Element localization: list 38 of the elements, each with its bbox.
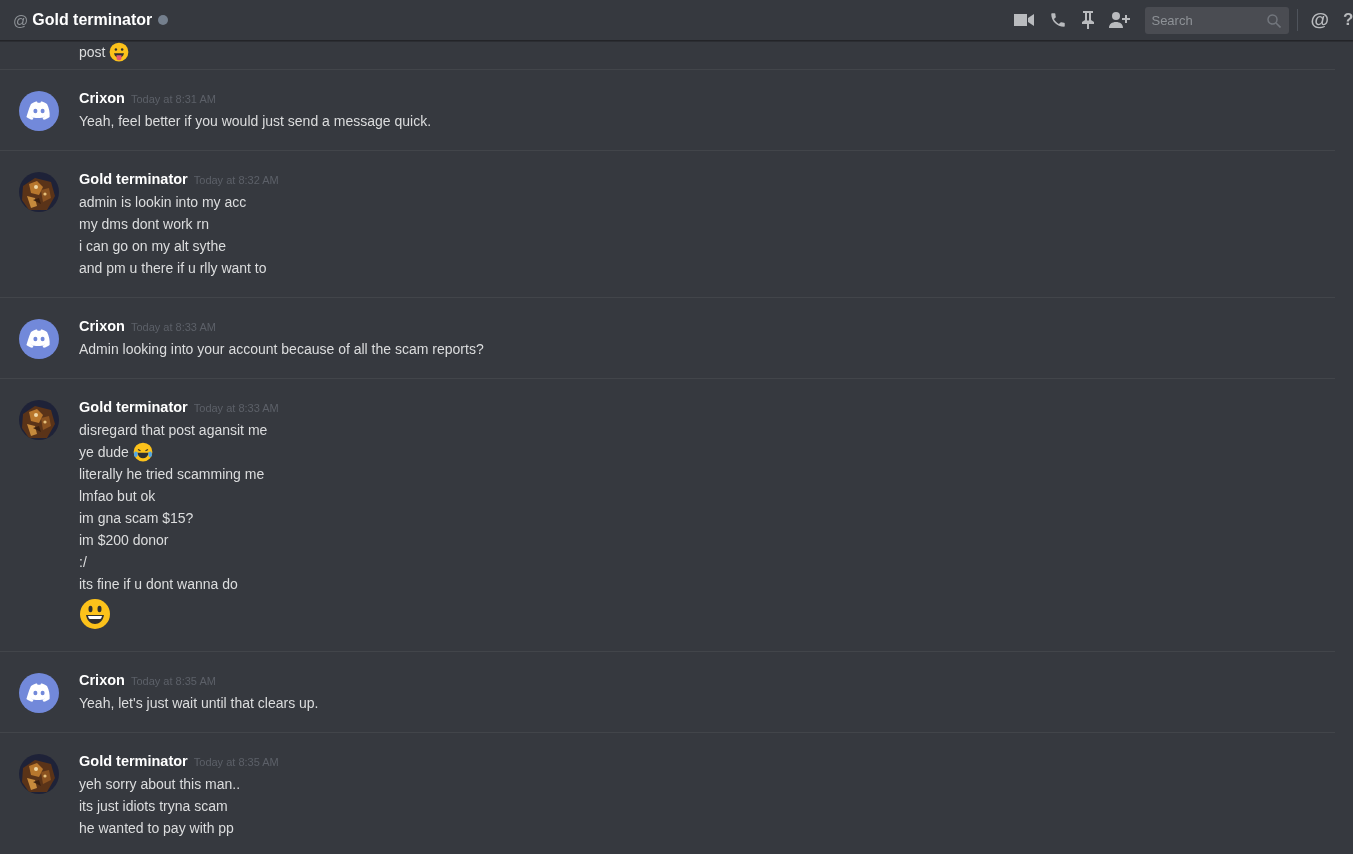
channel-title: Gold terminator bbox=[32, 11, 153, 29]
message-text: my dms dont work rn bbox=[79, 216, 209, 232]
message-text: post bbox=[79, 44, 106, 60]
username[interactable]: Gold terminator bbox=[79, 171, 188, 187]
mentions-button[interactable]: @ bbox=[1310, 9, 1329, 31]
help-button[interactable]: ? bbox=[1343, 10, 1353, 30]
message-text: Yeah, let's just wait until that clears up. bbox=[79, 695, 319, 711]
message-text: admin is lookin into my acc bbox=[79, 194, 247, 210]
discord-avatar-icon[interactable] bbox=[19, 91, 59, 131]
message-text: i can go on my alt sythe bbox=[79, 238, 227, 254]
message-text: Admin looking into your account because of all the scam reports? bbox=[79, 341, 484, 357]
username[interactable]: Gold terminator bbox=[79, 753, 188, 769]
message-text: and pm u there if u rlly want to bbox=[79, 260, 267, 276]
message-text: yeh sorry about this man.. bbox=[79, 776, 241, 792]
username[interactable]: Gold terminator bbox=[79, 399, 188, 415]
message-text: disregard that post agansit me bbox=[79, 422, 268, 438]
message-text: Yeah, feel better if you would just send a message quick. bbox=[79, 113, 432, 129]
message-text: ye dude bbox=[79, 444, 129, 460]
username[interactable]: Crixon bbox=[79, 672, 125, 688]
message-text: its fine if u dont wanna do bbox=[79, 576, 238, 592]
username[interactable]: Crixon bbox=[79, 90, 125, 106]
at-sign: @ bbox=[13, 11, 29, 29]
username[interactable]: Crixon bbox=[79, 318, 125, 334]
search-field[interactable]: Search bbox=[1145, 6, 1290, 34]
discord-avatar-icon[interactable] bbox=[19, 673, 59, 713]
add-user-icon[interactable] bbox=[1109, 12, 1132, 28]
video-camera-icon[interactable] bbox=[1014, 13, 1035, 27]
message-text: im gna scam $15? bbox=[79, 510, 194, 526]
discord-avatar-icon[interactable] bbox=[19, 319, 59, 359]
message-text: lmfao but ok bbox=[79, 488, 156, 504]
pin-icon[interactable] bbox=[1082, 11, 1095, 29]
message-text: im $200 donor bbox=[79, 532, 169, 548]
phone-icon[interactable] bbox=[1049, 11, 1068, 29]
message-text: its just idiots tryna scam bbox=[79, 798, 228, 814]
message-text: literally he tried scamming me bbox=[79, 466, 265, 482]
message-text: he wanted to pay with pp bbox=[79, 820, 234, 836]
search-icon bbox=[1267, 13, 1282, 28]
message-text: :/ bbox=[79, 554, 87, 570]
